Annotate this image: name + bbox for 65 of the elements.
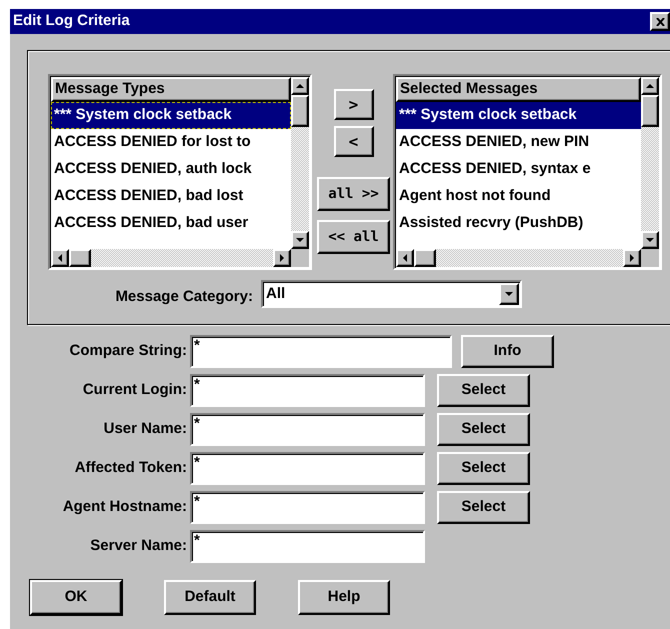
- field-label: Message Category:: [114, 287, 254, 307]
- triangle-icon: [295, 82, 305, 90]
- select-button[interactable]: Info: [461, 335, 554, 368]
- select-button[interactable]: Select: [437, 452, 530, 485]
- list-item[interactable]: Agent host not found: [396, 183, 641, 210]
- window-title: Edit Log Criteria: [13, 11, 130, 32]
- triangle-icon: [401, 253, 409, 263]
- dialog-button[interactable]: Help: [298, 580, 390, 615]
- input-field[interactable]: *: [190, 491, 425, 524]
- list-item[interactable]: *** System clock setback: [396, 102, 641, 129]
- select-button[interactable]: Select: [437, 374, 530, 407]
- list-item[interactable]: ACCESS DENIED, bad lost: [51, 183, 291, 210]
- input-field[interactable]: *: [190, 374, 425, 407]
- field-label: Affected Token:: [74, 458, 188, 478]
- scrollbar-corner: [641, 249, 659, 267]
- field-label: Compare String:: [68, 341, 188, 362]
- field-label: Current Login:: [82, 380, 188, 400]
- scroll-down-button[interactable]: [291, 231, 309, 249]
- scroll-down-button[interactable]: [641, 231, 659, 249]
- column-header[interactable]: Selected Messages: [396, 77, 641, 102]
- horizontal-scrollbar[interactable]: [51, 249, 291, 267]
- scroll-right-button[interactable]: [623, 249, 641, 267]
- vertical-scrollbar[interactable]: [641, 77, 659, 249]
- triangle-icon: [56, 253, 64, 263]
- scroll-up-button[interactable]: [641, 77, 659, 95]
- list-item[interactable]: ACCESS DENIED, new PIN: [396, 129, 641, 156]
- scroll-right-button[interactable]: [273, 249, 291, 267]
- scroll-thumb[interactable]: [414, 249, 436, 267]
- scroll-left-button[interactable]: [396, 249, 414, 267]
- close-button[interactable]: [650, 12, 670, 31]
- input-field[interactable]: *: [190, 413, 425, 446]
- dialog-button[interactable]: Default: [164, 580, 256, 615]
- close-icon: [656, 18, 664, 26]
- triangle-icon: [504, 290, 514, 298]
- scroll-thumb[interactable]: [641, 95, 659, 127]
- dialog-button[interactable]: OK: [30, 580, 122, 615]
- horizontal-scrollbar[interactable]: [396, 249, 641, 267]
- scroll-up-button[interactable]: [291, 77, 309, 95]
- column-header[interactable]: Message Types: [51, 77, 291, 102]
- list-item[interactable]: ACCESS DENIED, syntax e: [396, 156, 641, 183]
- scroll-left-button[interactable]: [51, 249, 69, 267]
- list-item[interactable]: Assisted recvry (PushDB): [396, 210, 641, 237]
- move-button[interactable]: all >>: [317, 177, 390, 211]
- scroll-thumb[interactable]: [69, 249, 91, 267]
- move-button[interactable]: <: [334, 126, 374, 157]
- dropdown-button[interactable]: [499, 283, 519, 306]
- select-button[interactable]: Select: [437, 491, 530, 524]
- list-item[interactable]: *** System clock setback: [51, 102, 291, 129]
- move-button[interactable]: >: [334, 89, 374, 120]
- input-field[interactable]: *: [190, 530, 425, 563]
- field-label: User Name:: [102, 419, 188, 440]
- list-item[interactable]: ACCESS DENIED, auth lock: [51, 156, 291, 183]
- field-label: Agent Hostname:: [62, 497, 188, 518]
- select-button[interactable]: Select: [437, 413, 530, 446]
- input-field[interactable]: *: [190, 452, 425, 485]
- category-dropdown[interactable]: All: [261, 280, 522, 308]
- field-label: Server Name:: [89, 536, 188, 556]
- triangle-icon: [645, 82, 655, 90]
- vertical-scrollbar[interactable]: [291, 77, 309, 249]
- list-item[interactable]: ACCESS DENIED, bad user: [51, 210, 291, 237]
- list-item[interactable]: ACCESS DENIED for lost to: [51, 129, 291, 156]
- move-button[interactable]: << all: [317, 220, 390, 254]
- scrollbar-corner: [291, 249, 309, 267]
- scroll-thumb[interactable]: [291, 95, 309, 127]
- input-field[interactable]: *: [190, 335, 452, 368]
